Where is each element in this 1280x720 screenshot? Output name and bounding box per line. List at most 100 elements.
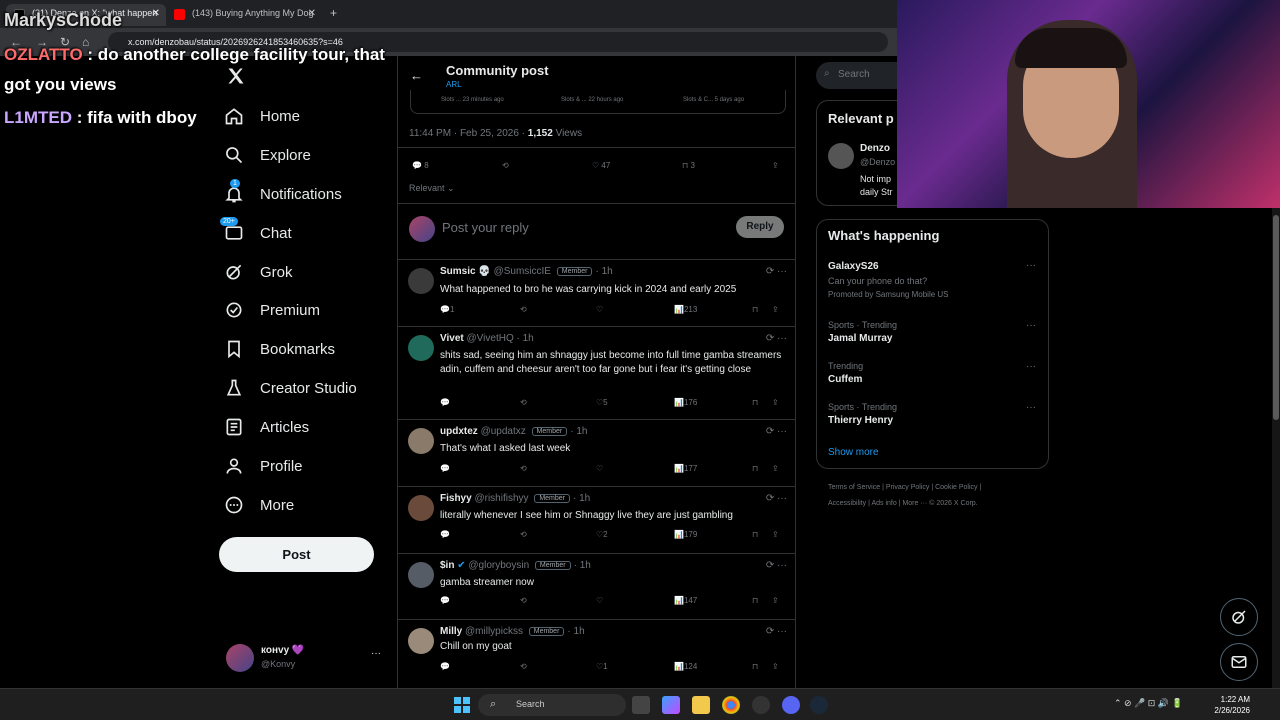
- repost-icon[interactable]: ⟲: [520, 596, 527, 605]
- repost-icon[interactable]: ⟲: [520, 662, 527, 671]
- trend-item[interactable]: Trending Cuffem: [828, 361, 863, 385]
- reply-icon[interactable]: 💬: [440, 464, 450, 473]
- app-icon[interactable]: [752, 696, 770, 714]
- views-icon[interactable]: 📊 147: [674, 596, 697, 605]
- sidebar-item-profile[interactable]: Profile: [224, 451, 303, 481]
- embedded-media-strip[interactable]: Slots ... 23 minutes ago Slots & ... 22 …: [410, 90, 786, 114]
- reply-icon[interactable]: 💬: [440, 662, 450, 671]
- sidebar-item-grok[interactable]: Grok: [224, 257, 293, 287]
- sidebar-item-explore[interactable]: Explore: [224, 140, 311, 170]
- messages-fab[interactable]: [1220, 643, 1258, 681]
- more-dots-icon[interactable]: ⟳ ···: [766, 626, 787, 637]
- list-item[interactable]: Fishyy @rishifishyy Member · 1h ⟳ ··· lit…: [398, 487, 795, 553]
- share-icon[interactable]: ⇪: [772, 662, 779, 671]
- views-icon[interactable]: 📊 179: [674, 530, 697, 539]
- reply-icon[interactable]: 💬: [440, 596, 450, 605]
- bookmark-icon[interactable]: ⊓: [752, 596, 758, 605]
- more-dots-icon[interactable]: ⟳ ···: [766, 493, 787, 504]
- like-icon[interactable]: ♡: [596, 596, 603, 605]
- sidebar-item-creator-studio[interactable]: Creator Studio: [224, 373, 357, 403]
- community-name[interactable]: ARL: [446, 80, 462, 89]
- list-item[interactable]: updxtez @updatxz Member · 1h ⟳ ··· That's…: [398, 420, 795, 486]
- discord-icon[interactable]: [782, 696, 800, 714]
- sidebar-item-bookmarks[interactable]: Bookmarks: [224, 334, 335, 364]
- share-icon[interactable]: ⇪: [772, 530, 779, 539]
- like-icon[interactable]: ♡ 2: [596, 530, 608, 539]
- views-icon[interactable]: 📊 177: [674, 464, 697, 473]
- file-explorer-icon[interactable]: [692, 696, 710, 714]
- reply-author[interactable]: Vivet: [440, 333, 464, 344]
- reply-icon[interactable]: 💬: [440, 398, 450, 407]
- reply-action[interactable]: 💬 8: [412, 161, 429, 170]
- views-icon[interactable]: 📊 176: [674, 398, 697, 407]
- grok-fab[interactable]: [1220, 598, 1258, 636]
- list-item[interactable]: Milly @millypickss Member · 1h ⟳ ··· Chil…: [398, 620, 795, 686]
- windows-start-icon[interactable]: [454, 697, 470, 713]
- reply-icon[interactable]: 💬 1: [440, 305, 454, 314]
- more-dots-icon[interactable]: ···: [371, 648, 381, 659]
- trend-item[interactable]: Sports · Trending Thierry Henry: [828, 402, 897, 426]
- chrome-icon[interactable]: [722, 696, 740, 714]
- like-icon[interactable]: ♡: [596, 305, 603, 314]
- reply-input[interactable]: Post your reply: [442, 220, 529, 235]
- bookmark-icon[interactable]: ⊓: [752, 530, 758, 539]
- sidebar-item-articles[interactable]: Articles: [224, 412, 309, 442]
- bookmark-action[interactable]: ⊓ 3: [682, 161, 695, 170]
- task-view-icon[interactable]: [632, 696, 650, 714]
- reply-button[interactable]: Reply: [736, 216, 784, 238]
- bookmark-icon[interactable]: ⊓: [752, 305, 758, 314]
- bookmark-icon[interactable]: ⊓: [752, 464, 758, 473]
- like-icon[interactable]: ♡ 5: [596, 398, 608, 407]
- sidebar-item-premium[interactable]: Premium: [224, 295, 320, 325]
- post-button[interactable]: Post: [219, 537, 374, 572]
- more-dots-icon[interactable]: ···: [1026, 260, 1036, 271]
- share-icon[interactable]: ⇪: [772, 305, 779, 314]
- account-switcher[interactable]: конvy 💜 @Konvy ···: [226, 642, 386, 674]
- sidebar-item-more[interactable]: More: [224, 490, 294, 520]
- like-icon[interactable]: ♡: [596, 464, 603, 473]
- sidebar-item-notifications[interactable]: 1 Notifications: [224, 179, 342, 209]
- reply-author[interactable]: Fishyy: [440, 493, 472, 504]
- bookmark-icon[interactable]: ⊓: [752, 398, 758, 407]
- sidebar-item-chat[interactable]: 20+ Chat: [220, 217, 292, 248]
- share-icon[interactable]: ⇪: [772, 596, 779, 605]
- more-dots-icon[interactable]: ⟳ ···: [766, 560, 787, 571]
- views-icon[interactable]: 📊 124: [674, 662, 697, 671]
- steam-icon[interactable]: [810, 696, 828, 714]
- show-more-link[interactable]: Show more: [828, 447, 879, 458]
- trend-item[interactable]: Sports · Trending Jamal Murray: [828, 320, 897, 344]
- more-dots-icon[interactable]: ⟳ ···: [766, 266, 787, 277]
- share-icon[interactable]: ⇪: [772, 398, 779, 407]
- repost-icon[interactable]: ⟲: [520, 305, 527, 314]
- reply-author[interactable]: $in: [440, 560, 454, 571]
- more-dots-icon[interactable]: ···: [1026, 361, 1036, 372]
- footer-links[interactable]: Terms of Service | Privacy Policy | Cook…: [828, 484, 981, 491]
- relevant-name[interactable]: Denzo: [860, 143, 890, 154]
- like-icon[interactable]: ♡ 1: [596, 662, 608, 671]
- reply-author[interactable]: updxtez: [440, 426, 478, 437]
- scrollbar-thumb[interactable]: [1273, 215, 1279, 420]
- taskbar-search[interactable]: ⌕ Search: [478, 694, 626, 716]
- more-dots-icon[interactable]: ⟳ ···: [766, 426, 787, 437]
- list-item[interactable]: Vivet @VivetHQ · 1h ⟳ ··· shits sad, see…: [398, 327, 795, 419]
- system-tray-icons[interactable]: ⌃ ⊘ 🎤 ⊡ 🔊 🔋: [1114, 698, 1183, 709]
- repost-icon[interactable]: ⟲: [502, 161, 509, 170]
- like-action[interactable]: ♡ 47: [592, 161, 610, 170]
- sort-dropdown[interactable]: Relevant ⌄: [409, 183, 455, 194]
- list-item[interactable]: $in ✔ @gloryboysin Member · 1h ⟳ ··· gamb…: [398, 554, 795, 620]
- taskbar-clock[interactable]: 1:22 AM 2/26/2026: [1214, 694, 1250, 716]
- trend-item[interactable]: GalaxyS26 Can your phone do that? Promot…: [828, 261, 949, 299]
- search-input[interactable]: ⌕ Search: [816, 62, 898, 89]
- list-item[interactable]: Sumsic 💀 @SumsiccIE Member · 1h ⟳ ··· Wha…: [398, 260, 795, 326]
- share-icon[interactable]: ⇪: [772, 161, 779, 170]
- bookmark-icon[interactable]: ⊓: [752, 662, 758, 671]
- repost-icon[interactable]: ⟲: [520, 530, 527, 539]
- reply-author[interactable]: Milly: [440, 626, 462, 637]
- repost-icon[interactable]: ⟲: [520, 398, 527, 407]
- more-dots-icon[interactable]: ···: [1026, 320, 1036, 331]
- more-dots-icon[interactable]: ···: [1026, 402, 1036, 413]
- repost-icon[interactable]: ⟲: [520, 464, 527, 473]
- more-dots-icon[interactable]: ⟳ ···: [766, 333, 787, 344]
- footer-links[interactable]: Accessibility | Ads info | More ··· © 20…: [828, 500, 978, 507]
- reply-author[interactable]: Sumsic 💀: [440, 266, 491, 277]
